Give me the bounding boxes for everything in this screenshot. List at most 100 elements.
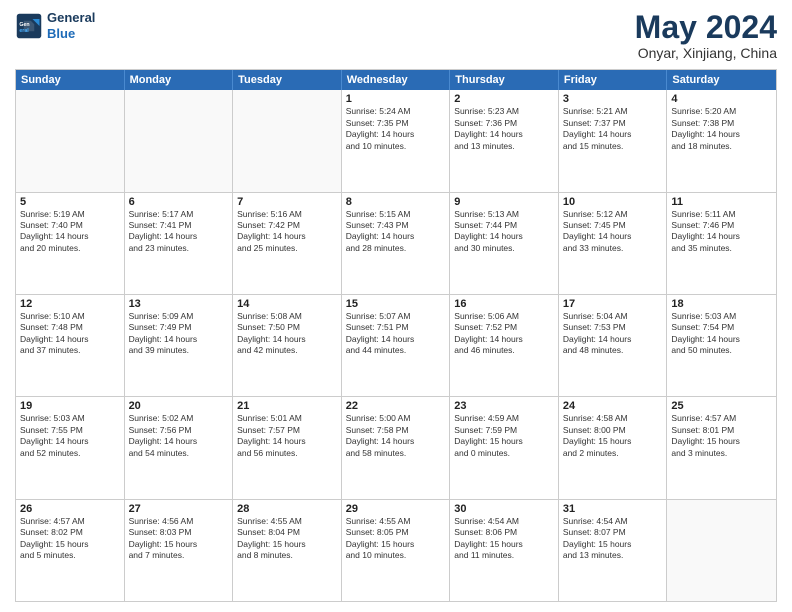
cell-info-line: Sunset: 7:55 PM — [20, 425, 120, 436]
cell-info-line: Daylight: 14 hours — [129, 231, 229, 242]
cell-info-line: Sunrise: 5:13 AM — [454, 209, 554, 220]
cell-info-line: Sunrise: 5:01 AM — [237, 413, 337, 424]
cell-info-line: and 42 minutes. — [237, 345, 337, 356]
cell-info-line: Daylight: 15 hours — [129, 539, 229, 550]
week-row-1: 1Sunrise: 5:24 AMSunset: 7:35 PMDaylight… — [16, 90, 776, 192]
logo: Gen eral General Blue — [15, 10, 95, 41]
cell-info-line: Sunrise: 5:23 AM — [454, 106, 554, 117]
cell-info-line: Sunset: 7:57 PM — [237, 425, 337, 436]
cell-info-line: and 18 minutes. — [671, 141, 772, 152]
week-row-2: 5Sunrise: 5:19 AMSunset: 7:40 PMDaylight… — [16, 193, 776, 295]
cell-info-line: Sunset: 7:43 PM — [346, 220, 446, 231]
day-cell-23: 23Sunrise: 4:59 AMSunset: 7:59 PMDayligh… — [450, 397, 559, 498]
day-cell-10: 10Sunrise: 5:12 AMSunset: 7:45 PMDayligh… — [559, 193, 668, 294]
day-number: 26 — [20, 503, 120, 515]
header-cell-sunday: Sunday — [16, 70, 125, 90]
cell-info-line: and 5 minutes. — [20, 550, 120, 561]
location-title: Onyar, Xinjiang, China — [635, 45, 777, 61]
day-cell-13: 13Sunrise: 5:09 AMSunset: 7:49 PMDayligh… — [125, 295, 234, 396]
day-cell-22: 22Sunrise: 5:00 AMSunset: 7:58 PMDayligh… — [342, 397, 451, 498]
cell-info-line: Sunrise: 5:03 AM — [671, 311, 772, 322]
cell-info-line: Sunrise: 4:59 AM — [454, 413, 554, 424]
cell-info-line: Sunrise: 5:17 AM — [129, 209, 229, 220]
cell-info-line: Daylight: 15 hours — [20, 539, 120, 550]
cell-info-line: and 28 minutes. — [346, 243, 446, 254]
cell-info-line: Daylight: 15 hours — [237, 539, 337, 550]
cell-info-line: Sunrise: 5:06 AM — [454, 311, 554, 322]
day-cell-2: 2Sunrise: 5:23 AMSunset: 7:36 PMDaylight… — [450, 90, 559, 191]
cell-info-line: Sunrise: 5:19 AM — [20, 209, 120, 220]
cell-info-line: Sunrise: 4:54 AM — [563, 516, 663, 527]
logo-line1: General — [47, 10, 95, 26]
cell-info-line: Sunrise: 5:07 AM — [346, 311, 446, 322]
logo-line2: Blue — [47, 26, 95, 42]
day-number: 6 — [129, 196, 229, 208]
day-number: 23 — [454, 400, 554, 412]
cell-info-line: Daylight: 15 hours — [454, 436, 554, 447]
cell-info-line: Daylight: 14 hours — [563, 334, 663, 345]
day-cell-27: 27Sunrise: 4:56 AMSunset: 8:03 PMDayligh… — [125, 500, 234, 601]
day-number: 16 — [454, 298, 554, 310]
day-cell-7: 7Sunrise: 5:16 AMSunset: 7:42 PMDaylight… — [233, 193, 342, 294]
day-number: 7 — [237, 196, 337, 208]
day-cell-30: 30Sunrise: 4:54 AMSunset: 8:06 PMDayligh… — [450, 500, 559, 601]
cell-info-line: Sunset: 7:53 PM — [563, 322, 663, 333]
cell-info-line: Sunrise: 5:12 AM — [563, 209, 663, 220]
day-cell-3: 3Sunrise: 5:21 AMSunset: 7:37 PMDaylight… — [559, 90, 668, 191]
cell-info-line: and 3 minutes. — [671, 448, 772, 459]
header-cell-saturday: Saturday — [667, 70, 776, 90]
cell-info-line: Daylight: 14 hours — [454, 231, 554, 242]
day-number: 11 — [671, 196, 772, 208]
day-cell-4: 4Sunrise: 5:20 AMSunset: 7:38 PMDaylight… — [667, 90, 776, 191]
week-row-3: 12Sunrise: 5:10 AMSunset: 7:48 PMDayligh… — [16, 295, 776, 397]
day-cell-12: 12Sunrise: 5:10 AMSunset: 7:48 PMDayligh… — [16, 295, 125, 396]
day-cell-29: 29Sunrise: 4:55 AMSunset: 8:05 PMDayligh… — [342, 500, 451, 601]
cell-info-line: and 37 minutes. — [20, 345, 120, 356]
week-row-5: 26Sunrise: 4:57 AMSunset: 8:02 PMDayligh… — [16, 500, 776, 601]
header-cell-monday: Monday — [125, 70, 234, 90]
cell-info-line: and 10 minutes. — [346, 550, 446, 561]
cell-info-line: Daylight: 15 hours — [671, 436, 772, 447]
cell-info-line: Sunset: 8:01 PM — [671, 425, 772, 436]
cell-info-line: Daylight: 14 hours — [346, 334, 446, 345]
day-number: 1 — [346, 93, 446, 105]
cell-info-line: Sunrise: 5:03 AM — [20, 413, 120, 424]
day-cell-28: 28Sunrise: 4:55 AMSunset: 8:04 PMDayligh… — [233, 500, 342, 601]
cell-info-line: Sunset: 8:06 PM — [454, 527, 554, 538]
cell-info-line: Sunrise: 4:57 AM — [671, 413, 772, 424]
header: Gen eral General Blue May 2024 Onyar, Xi… — [15, 10, 777, 61]
empty-cell-w0c1 — [125, 90, 234, 191]
day-number: 14 — [237, 298, 337, 310]
cell-info-line: Daylight: 15 hours — [346, 539, 446, 550]
header-cell-tuesday: Tuesday — [233, 70, 342, 90]
cell-info-line: and 13 minutes. — [454, 141, 554, 152]
day-number: 19 — [20, 400, 120, 412]
cell-info-line: Daylight: 14 hours — [671, 334, 772, 345]
cell-info-line: and 56 minutes. — [237, 448, 337, 459]
empty-cell-w0c0 — [16, 90, 125, 191]
day-cell-17: 17Sunrise: 5:04 AMSunset: 7:53 PMDayligh… — [559, 295, 668, 396]
cell-info-line: Sunset: 7:35 PM — [346, 118, 446, 129]
cell-info-line: Daylight: 14 hours — [454, 129, 554, 140]
cell-info-line: Daylight: 14 hours — [129, 334, 229, 345]
day-cell-1: 1Sunrise: 5:24 AMSunset: 7:35 PMDaylight… — [342, 90, 451, 191]
day-number: 28 — [237, 503, 337, 515]
cell-info-line: Sunset: 7:51 PM — [346, 322, 446, 333]
header-cell-thursday: Thursday — [450, 70, 559, 90]
cell-info-line: Sunset: 7:54 PM — [671, 322, 772, 333]
cell-info-line: Sunrise: 5:16 AM — [237, 209, 337, 220]
cell-info-line: Sunrise: 5:11 AM — [671, 209, 772, 220]
day-number: 27 — [129, 503, 229, 515]
cell-info-line: Sunrise: 4:55 AM — [237, 516, 337, 527]
day-cell-26: 26Sunrise: 4:57 AMSunset: 8:02 PMDayligh… — [16, 500, 125, 601]
cell-info-line: Daylight: 14 hours — [346, 129, 446, 140]
cell-info-line: Sunset: 7:59 PM — [454, 425, 554, 436]
day-number: 8 — [346, 196, 446, 208]
cell-info-line: Sunset: 7:50 PM — [237, 322, 337, 333]
cell-info-line: Sunset: 7:45 PM — [563, 220, 663, 231]
cell-info-line: Sunrise: 5:20 AM — [671, 106, 772, 117]
cell-info-line: and 11 minutes. — [454, 550, 554, 561]
cell-info-line: and 39 minutes. — [129, 345, 229, 356]
cell-info-line: Sunset: 8:00 PM — [563, 425, 663, 436]
day-cell-18: 18Sunrise: 5:03 AMSunset: 7:54 PMDayligh… — [667, 295, 776, 396]
